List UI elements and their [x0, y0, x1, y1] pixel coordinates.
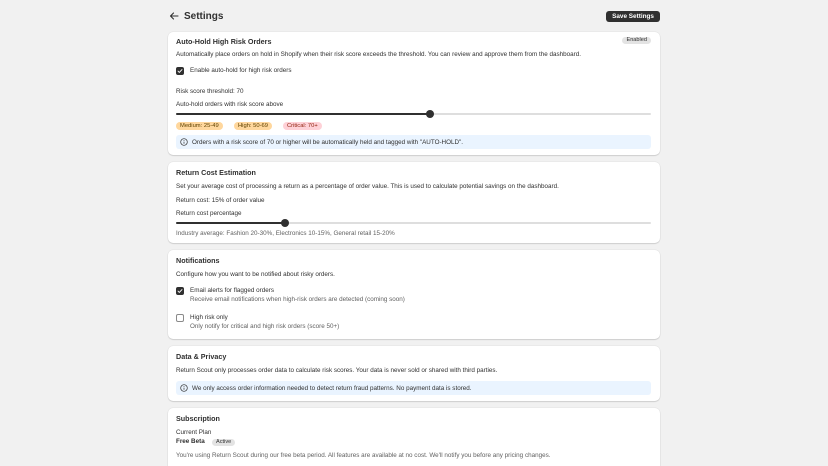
- return-cost-slider[interactable]: [176, 219, 651, 227]
- risk-level-pill: Critical: 70+: [283, 122, 322, 130]
- plan-status-badge: Active: [212, 438, 236, 446]
- back-arrow-icon[interactable]: [168, 10, 180, 22]
- notifications-title: Notifications: [176, 256, 220, 265]
- subscription-title: Subscription: [176, 414, 220, 423]
- high-risk-only-help: Only notify for critical and high risk o…: [190, 323, 340, 330]
- auto-hold-info-banner: Orders with a risk score of 70 or higher…: [176, 135, 651, 149]
- privacy-card: Data & Privacy Return Scout only process…: [168, 346, 660, 401]
- auto-hold-description: Automatically place orders on hold in Sh…: [176, 51, 581, 58]
- email-alerts-help: Receive email notifications when high-ri…: [190, 296, 405, 303]
- page-title: Settings: [184, 10, 224, 22]
- info-icon: [180, 384, 188, 392]
- save-settings-button[interactable]: Save Settings: [606, 10, 660, 22]
- notifications-card: Notifications Configure how you want to …: [168, 250, 660, 339]
- threshold-text: Risk score threshold: 70: [176, 88, 244, 95]
- slider-fill: [176, 222, 285, 224]
- page-header: Settings Save Settings: [168, 8, 660, 24]
- return-cost-value: Return cost: 15% of order value: [176, 197, 265, 204]
- privacy-title: Data & Privacy: [176, 352, 227, 361]
- notifications-description: Configure how you want to be notified ab…: [176, 271, 335, 278]
- auto-hold-checkbox[interactable]: [176, 67, 184, 75]
- email-alerts-label[interactable]: Email alerts for flagged orders: [190, 287, 274, 295]
- auto-hold-info-text: Orders with a risk score of 70 or higher…: [192, 138, 464, 146]
- checkmark-icon: [177, 69, 183, 73]
- auto-hold-card: Auto-Hold High Risk Orders Enabled Autom…: [168, 32, 660, 155]
- subscription-card: Subscription Current Plan Free Beta Acti…: [168, 408, 660, 466]
- return-cost-slider-label: Return cost percentage: [176, 210, 242, 217]
- return-cost-title: Return Cost Estimation: [176, 168, 256, 177]
- industry-average-note: Industry average: Fashion 20-30%, Electr…: [176, 230, 395, 237]
- risk-level-pill: Medium: 25-49: [176, 122, 223, 130]
- high-risk-only-checkbox[interactable]: [176, 314, 184, 322]
- privacy-description: Return Scout only processes order data t…: [176, 367, 498, 374]
- slider-thumb[interactable]: [426, 110, 434, 118]
- settings-page: Settings Save Settings Auto-Hold High Ri…: [0, 0, 828, 466]
- auto-hold-checkbox-label[interactable]: Enable auto-hold for high risk orders: [190, 67, 292, 75]
- privacy-info-text: We only access order information needed …: [192, 384, 472, 392]
- high-risk-only-label[interactable]: High risk only: [190, 314, 228, 322]
- risk-level-pill: High: 50-69: [234, 122, 272, 130]
- return-cost-description: Set your average cost of processing a re…: [176, 183, 559, 190]
- subscription-note: You're using Return Scout during our fre…: [176, 452, 551, 459]
- privacy-info-banner: We only access order information needed …: [176, 381, 651, 395]
- slider-thumb[interactable]: [281, 219, 289, 227]
- plan-name: Free Beta: [176, 438, 205, 445]
- info-icon: [180, 138, 188, 146]
- risk-threshold-slider[interactable]: [176, 110, 651, 118]
- return-cost-card: Return Cost Estimation Set your average …: [168, 162, 660, 243]
- auto-hold-title: Auto-Hold High Risk Orders: [176, 37, 272, 46]
- title-wrap: Settings: [168, 10, 223, 22]
- status-badge: Enabled: [622, 37, 651, 44]
- threshold-slider-label: Auto-hold orders with risk score above: [176, 101, 284, 108]
- current-plan-label: Current Plan: [176, 429, 212, 436]
- slider-fill: [176, 113, 430, 115]
- email-alerts-checkbox[interactable]: [176, 287, 184, 295]
- checkmark-icon: [177, 289, 183, 293]
